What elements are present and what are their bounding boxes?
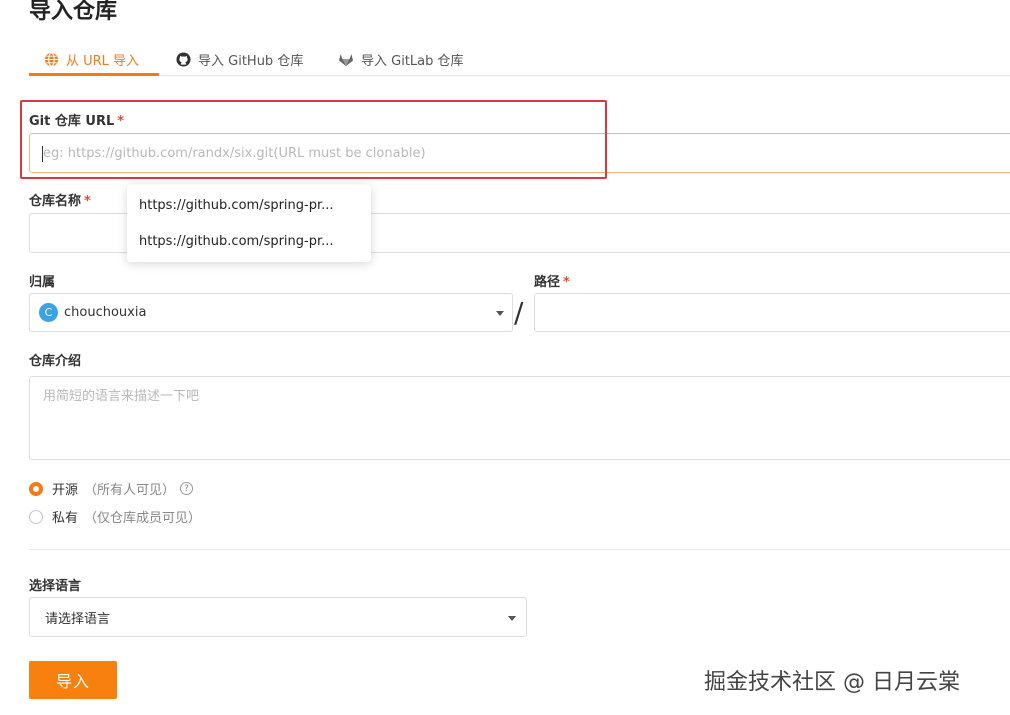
repo-name-label-text: 仓库名称 [29, 194, 82, 209]
visibility-public-option[interactable]: 开源 （所有人可见） ? [29, 479, 194, 498]
path-label-text: 路径 [534, 275, 561, 290]
gitlab-icon [338, 52, 354, 67]
globe-icon [44, 51, 59, 67]
tab-label: 从 URL 导入 [66, 53, 140, 69]
chevron-down-icon [508, 616, 516, 621]
tab-url-import[interactable]: 从 URL 导入 [44, 46, 139, 72]
git-url-label: Git 仓库 URL * [29, 110, 124, 129]
git-url-label-text: Git 仓库 URL [29, 114, 115, 129]
required-mark: * [84, 194, 91, 209]
radio-label: 私有 [52, 511, 79, 526]
radio-hint: （所有人可见） [84, 483, 176, 498]
required-mark: * [563, 275, 570, 290]
radio-public[interactable] [29, 481, 43, 496]
git-url-input[interactable] [29, 133, 1010, 173]
description-label: 仓库介绍 [29, 354, 82, 369]
section-divider [29, 549, 1010, 550]
tab-gitlab-import[interactable]: 导入 GitLab 仓库 [338, 46, 464, 72]
avatar: C [39, 303, 58, 322]
help-icon[interactable]: ? [180, 482, 194, 495]
tabs-divider [29, 75, 1010, 76]
github-icon [176, 51, 191, 67]
path-label: 路径 * [534, 271, 570, 290]
radio-label: 开源 [52, 483, 79, 498]
chevron-down-icon [496, 311, 504, 316]
required-mark: * [117, 114, 125, 129]
active-tab-indicator [29, 73, 159, 76]
owner-select[interactable]: C chouchouxia [29, 293, 513, 332]
repo-name-label: 仓库名称 * [29, 190, 91, 209]
language-select[interactable]: 请选择语言 [29, 597, 527, 637]
watermark: 掘金技术社区 @ 日月云棠 [704, 670, 960, 695]
suggestion-item[interactable]: https://github.com/spring-pr... [127, 224, 371, 260]
language-label: 选择语言 [29, 579, 82, 594]
tab-label: 导入 GitLab 仓库 [361, 53, 464, 69]
owner-label: 归属 [29, 275, 56, 290]
radio-hint: （仅仓库成员可见） [84, 511, 202, 526]
suggestion-item[interactable]: https://github.com/spring-pr... [127, 188, 371, 224]
visibility-private-option[interactable]: 私有 （仅仓库成员可见） [29, 507, 201, 526]
import-button[interactable]: 导入 [29, 661, 117, 699]
tab-label: 导入 GitHub 仓库 [198, 53, 304, 69]
text-cursor [42, 146, 43, 162]
description-textarea[interactable] [29, 376, 1010, 460]
tab-github-import[interactable]: 导入 GitHub 仓库 [176, 46, 303, 72]
radio-private[interactable] [29, 509, 43, 524]
path-separator: / [514, 296, 524, 329]
owner-value: chouchouxia [64, 305, 147, 320]
page-title: 导入仓库 [29, 0, 118, 24]
url-suggestions-dropdown: https://github.com/spring-pr... https://… [127, 184, 371, 262]
path-input[interactable] [534, 293, 1010, 332]
language-value: 请选择语言 [45, 611, 111, 627]
